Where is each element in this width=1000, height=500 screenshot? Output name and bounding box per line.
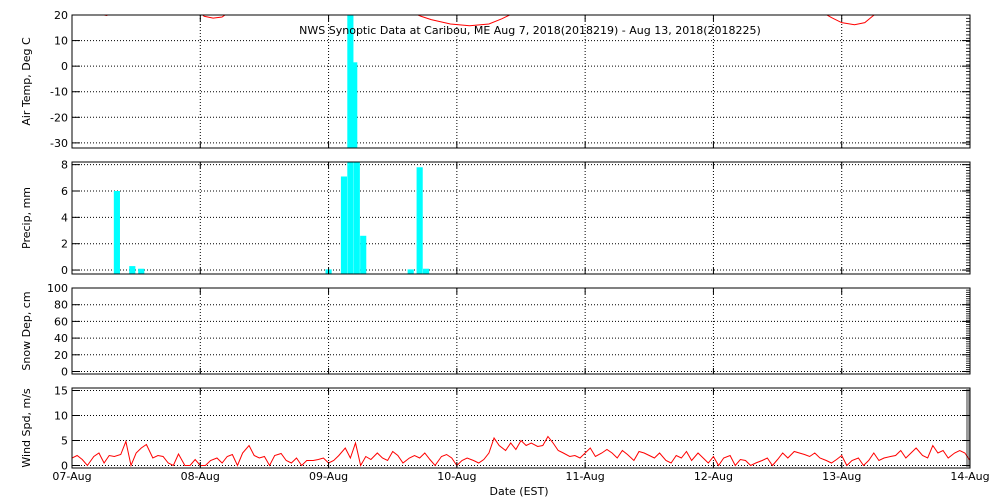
chart-title: NWS Synoptic Data at Caribou, ME Aug 7, … (299, 24, 761, 37)
x-tick-label: 12-Aug (694, 470, 733, 483)
bar-mark (347, 162, 354, 274)
panel-frame (71, 387, 971, 469)
panel-snow: 0 20 40 60 80 100 Snow Dep, cm (20, 282, 971, 378)
y-tick-label: 8 (61, 159, 68, 172)
y-axis-label: Wind Spd, m/s (20, 388, 33, 468)
y-tick-label: -10 (50, 86, 68, 99)
panel-frame (71, 287, 971, 375)
y-tick-label: 6 (61, 185, 68, 198)
y-tick-label: 100 (47, 282, 68, 295)
y-tick-label: -30 (50, 137, 68, 150)
y-tick-label: 10 (54, 35, 68, 48)
bar-mark (360, 235, 367, 274)
x-tick-label: 13-Aug (822, 470, 861, 483)
bar-mark (113, 190, 120, 274)
bar-mark (422, 268, 430, 274)
y-tick-label: 4 (61, 211, 68, 224)
x-tick-label: 14-Aug (950, 470, 989, 483)
x-tick-label: 08-Aug (181, 470, 220, 483)
y-tick-label: 80 (54, 299, 68, 312)
y-axis-label: Precip, mm (20, 187, 33, 249)
bar-mark (353, 162, 360, 274)
bar-mark (138, 268, 145, 274)
x-tick-label: 07-Aug (52, 470, 91, 483)
bar-mark (129, 266, 136, 274)
y-tick-label: 5 (61, 435, 68, 448)
bar-mark (416, 167, 423, 274)
panel-precip: 0 2 4 6 8 Precip, mm (20, 159, 971, 277)
y-tick-label: 20 (54, 349, 68, 362)
panels: -30 -20 -10 0 10 20 Air Temp, Deg C 0 2 4 6 8 Precip… (20, 9, 990, 483)
x-axis-label: Date (EST) (489, 485, 548, 498)
synoptic-chart: -30 -20 -10 0 10 20 Air Temp, Deg C 0 2 4 6 8 Precip… (20, 9, 990, 498)
y-axis-label: Air Temp, Deg C (20, 37, 33, 126)
x-tick-label: 09-Aug (309, 470, 348, 483)
y-tick-label: 20 (54, 9, 68, 22)
y-tick-label: 10 (54, 410, 68, 423)
y-tick-label: 40 (54, 332, 68, 345)
y-axis-label: Snow Dep, cm (20, 291, 33, 370)
y-tick-label: 0 (61, 365, 68, 378)
bar-mark (407, 269, 414, 274)
y-tick-label: 2 (61, 238, 68, 251)
y-tick-label: 60 (54, 315, 68, 328)
wind-line (72, 435, 970, 468)
y-tick-label: -20 (50, 111, 68, 124)
bar-mark (340, 176, 348, 274)
bar-mark (351, 62, 358, 148)
x-tick-label: 10-Aug (437, 470, 476, 483)
panel-wind: 051015Wind Spd, m/s07-Aug 08-Aug 09-Aug 10-… (20, 385, 990, 484)
y-tick-label: 0 (61, 60, 68, 73)
panel-frame (71, 161, 971, 275)
y-tick-label: 0 (61, 264, 68, 277)
y-tick-label: 15 (54, 385, 68, 398)
x-tick-label: 11-Aug (566, 470, 605, 483)
